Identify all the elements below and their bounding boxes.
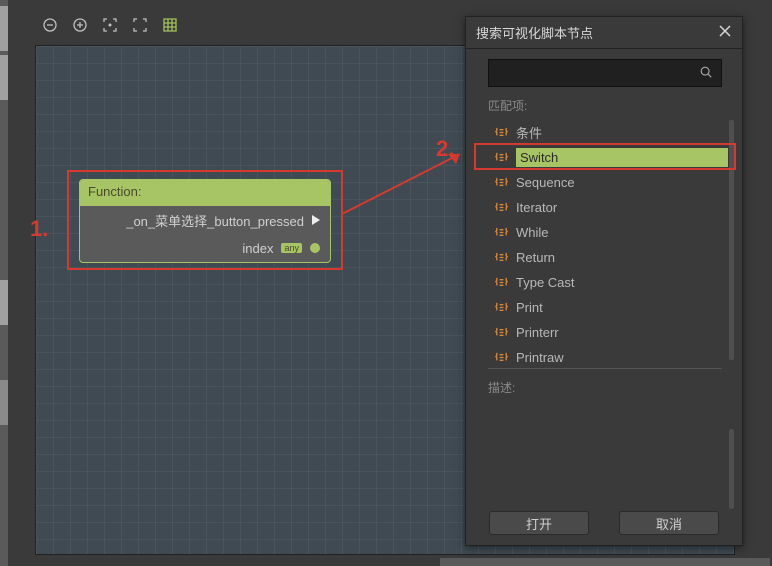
zoom-out-icon xyxy=(42,17,58,33)
tree-item[interactable]: Type Cast xyxy=(494,270,728,295)
tree-item-label: Switch xyxy=(516,148,728,167)
tree-item[interactable]: Printraw xyxy=(494,345,728,370)
tree-item-label: Return xyxy=(516,250,555,265)
function-node[interactable]: Function: _on_菜单选择_button_pressed index … xyxy=(79,179,331,263)
side-tab[interactable] xyxy=(0,280,8,325)
side-tab[interactable] xyxy=(0,380,8,425)
scrollbar[interactable] xyxy=(729,120,734,360)
node-type-icon xyxy=(494,350,509,365)
tree-item[interactable]: 条件 xyxy=(494,120,728,145)
close-button[interactable] xyxy=(718,24,732,41)
grid-button[interactable] xyxy=(155,11,185,39)
node-type-icon xyxy=(494,200,509,215)
fullscreen-icon xyxy=(132,17,148,33)
description-label: 描述: xyxy=(488,379,728,396)
grid-icon xyxy=(162,17,178,33)
node-function-name: _on_菜单选择_button_pressed xyxy=(126,211,304,230)
search-box xyxy=(488,59,722,87)
side-tab[interactable] xyxy=(0,55,8,100)
node-header: Function: xyxy=(80,180,330,206)
node-type-icon xyxy=(494,175,509,190)
zoom-out-button[interactable] xyxy=(35,11,65,39)
data-port-icon[interactable] xyxy=(310,243,320,253)
annotation-label-2: 2. xyxy=(436,136,454,162)
matches-label: 匹配项: xyxy=(488,97,728,114)
tree-item-label: Print xyxy=(516,300,543,315)
param-type-badge: any xyxy=(281,243,302,253)
zoom-in-icon xyxy=(72,17,88,33)
bottom-panel-strip xyxy=(440,558,770,566)
tree-item-label: Printraw xyxy=(516,350,564,365)
dialog-title: 搜索可视化脚本节点 xyxy=(476,23,593,42)
search-icon xyxy=(699,65,713,82)
tree-item[interactable]: Return xyxy=(494,245,728,270)
exec-port-icon[interactable] xyxy=(312,215,320,225)
tree-item[interactable]: Iterator xyxy=(494,195,728,220)
results-tree[interactable]: 条件 Switch Sequence Iterator While Return Type … xyxy=(488,120,728,360)
fullscreen-button[interactable] xyxy=(125,11,155,39)
tree-item-label: 条件 xyxy=(516,123,542,142)
tree-item[interactable]: Switch xyxy=(494,145,728,170)
focus-button[interactable] xyxy=(95,11,125,39)
annotation-label-1: 1. xyxy=(30,216,48,242)
node-type-icon xyxy=(494,225,509,240)
search-node-dialog: 搜索可视化脚本节点 匹配项: 条件 Switch Sequence Iterator W… xyxy=(465,16,743,546)
node-type-icon xyxy=(494,300,509,315)
focus-icon xyxy=(102,17,118,33)
node-type-icon xyxy=(494,150,509,165)
close-icon xyxy=(718,24,732,38)
tree-item[interactable]: Print xyxy=(494,295,728,320)
node-type-icon xyxy=(494,250,509,265)
tree-item-label: Type Cast xyxy=(516,275,575,290)
search-input[interactable] xyxy=(497,66,699,81)
tree-item[interactable]: Sequence xyxy=(494,170,728,195)
left-panel-strip xyxy=(0,0,8,566)
node-type-icon xyxy=(494,275,509,290)
tree-item-label: Sequence xyxy=(516,175,575,190)
tree-item-label: While xyxy=(516,225,549,240)
node-param-name: index xyxy=(242,241,273,256)
open-button[interactable]: 打开 xyxy=(489,511,589,535)
node-param-row: index any xyxy=(80,234,330,262)
tree-item[interactable]: Printerr xyxy=(494,320,728,345)
canvas-toolbar xyxy=(35,10,185,40)
tree-item-label: Iterator xyxy=(516,200,557,215)
side-tab[interactable] xyxy=(0,6,8,51)
node-type-icon xyxy=(494,325,509,340)
tree-item[interactable]: While xyxy=(494,220,728,245)
tree-item-label: Printerr xyxy=(516,325,559,340)
scrollbar[interactable] xyxy=(729,429,734,509)
cancel-button[interactable]: 取消 xyxy=(619,511,719,535)
node-output-row: _on_菜单选择_button_pressed xyxy=(80,206,330,234)
node-type-icon xyxy=(494,125,509,140)
zoom-in-button[interactable] xyxy=(65,11,95,39)
annotation-box-1: Function: _on_菜单选择_button_pressed index … xyxy=(67,170,343,270)
